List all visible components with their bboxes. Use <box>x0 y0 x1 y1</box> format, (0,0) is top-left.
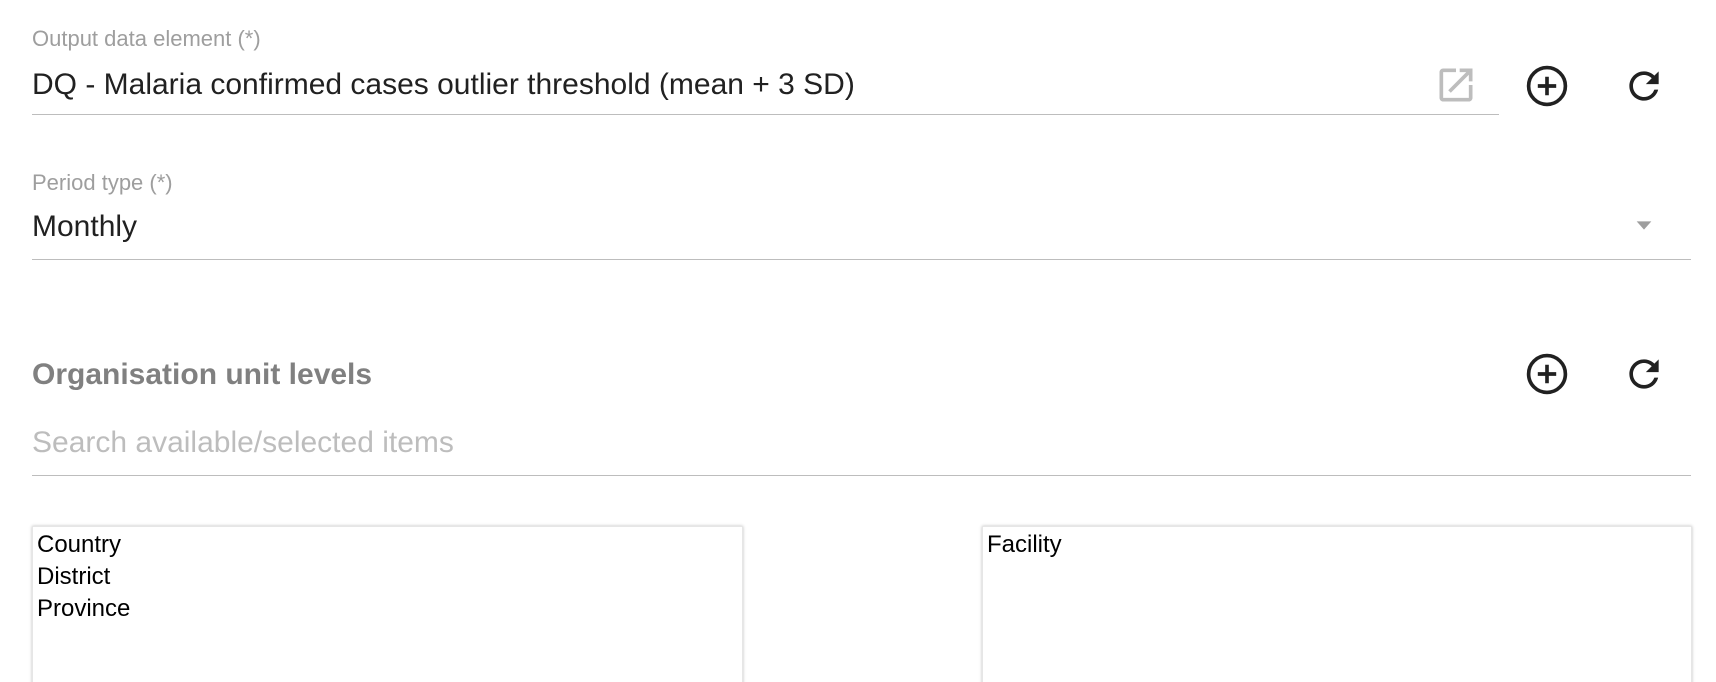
selected-items-list[interactable]: Facility <box>982 526 1692 682</box>
available-items-list[interactable]: Country District Province <box>32 526 743 682</box>
output-data-element-field[interactable]: DQ - Malaria confirmed cases outlier thr… <box>32 68 855 102</box>
search-items-input[interactable]: Search available/selected items <box>32 426 454 460</box>
output-data-element-label: Output data element (*) <box>32 26 261 51</box>
add-circle-icon <box>1526 65 1568 107</box>
open-in-new-icon[interactable] <box>1434 63 1478 107</box>
add-output-data-element-button[interactable] <box>1521 60 1573 112</box>
refresh-icon <box>1629 71 1659 101</box>
refresh-icon <box>1629 359 1659 389</box>
list-item-facility[interactable]: Facility <box>983 529 1691 561</box>
search-items-underline <box>32 475 1691 476</box>
list-item-district[interactable]: District <box>33 561 742 593</box>
list-item-province[interactable]: Province <box>33 593 742 625</box>
data-element-form: Output data element (*) DQ - Malaria con… <box>0 0 1716 682</box>
add-org-unit-level-button[interactable] <box>1521 348 1573 400</box>
period-type-label: Period type (*) <box>32 170 173 195</box>
add-circle-icon <box>1526 353 1568 395</box>
output-data-element-underline <box>32 114 1499 115</box>
period-type-select[interactable]: Monthly <box>32 210 137 244</box>
period-type-underline <box>32 259 1691 260</box>
list-item-country[interactable]: Country <box>33 529 742 561</box>
arrow-drop-down-icon[interactable] <box>1633 215 1655 237</box>
refresh-org-unit-levels-button[interactable] <box>1618 348 1670 400</box>
refresh-output-data-element-button[interactable] <box>1618 60 1670 112</box>
org-unit-levels-title: Organisation unit levels <box>32 358 373 391</box>
